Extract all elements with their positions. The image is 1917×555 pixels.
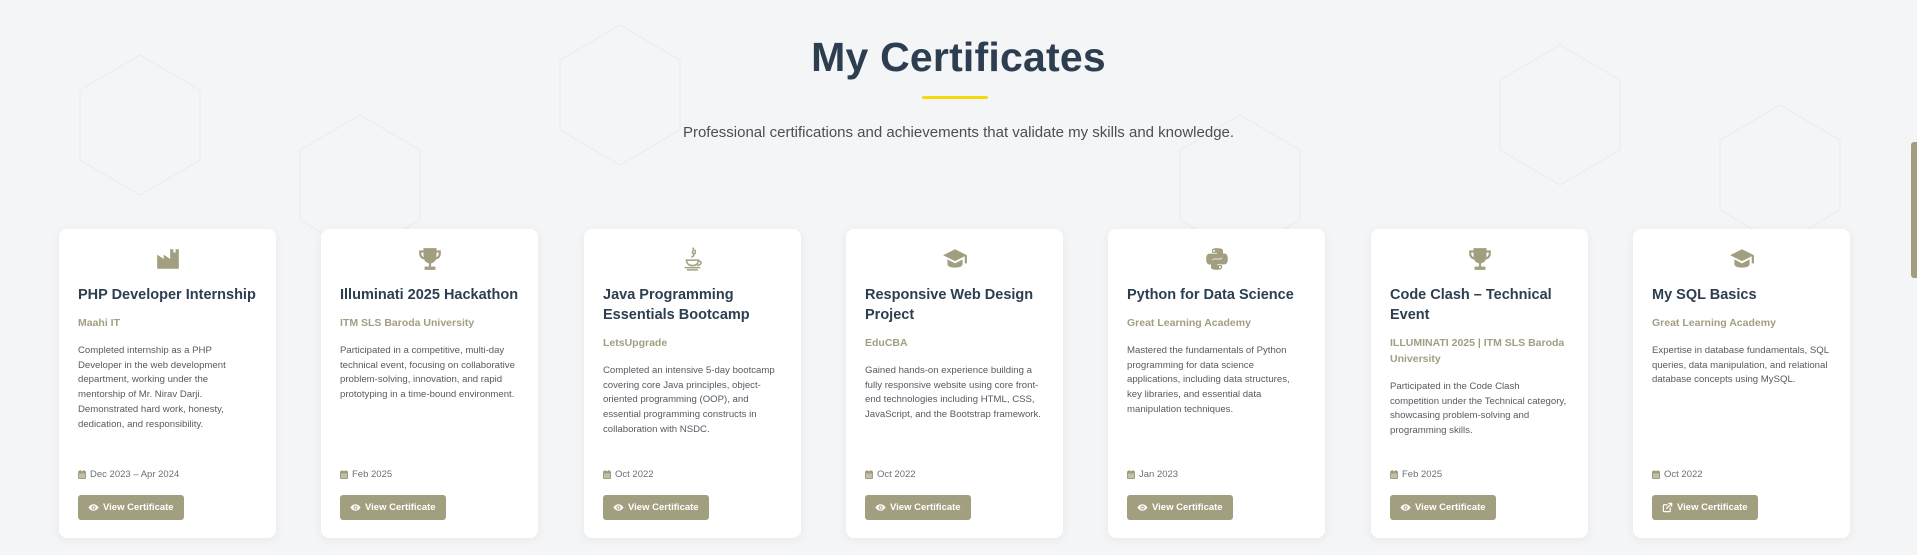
certificate-description: Completed an intensive 5-day bootcamp co…	[603, 365, 775, 435]
certificate-card: Python for Data Science Great Learning Ac…	[1108, 229, 1325, 538]
certificate-title: PHP Developer Internship	[78, 287, 256, 303]
certificate-date-text: Dec 2023 – Apr 2024	[90, 469, 180, 480]
view-certificate-label: View Certificate	[1152, 502, 1223, 513]
calendar-icon	[1390, 470, 1402, 479]
certificate-card: PHP Developer Internship Maahi IT Complete…	[59, 229, 276, 538]
eye-icon	[88, 502, 103, 513]
certificate-issuer: Great Learning Academy	[1127, 317, 1251, 329]
certificate-title: Python for Data Science	[1127, 287, 1294, 303]
certificate-date-text: Feb 2025	[1402, 469, 1443, 480]
calendar-icon	[603, 470, 615, 479]
certificate-card: Illuminati 2025 Hackathon ITM SLS Baroda …	[321, 229, 538, 538]
page-subtitle: Professional certifications and achievem…	[682, 124, 1235, 141]
certificate-issuer: ILLUMINATI 2025 | ITM SLS Baroda Univers…	[1390, 337, 1565, 365]
view-certificate-button[interactable]: View Certificate	[603, 495, 709, 520]
certificate-description: Gained hands-on experience building a fu…	[865, 365, 1041, 421]
eye-icon	[875, 502, 890, 513]
certificate-date-text: Jan 2023	[1139, 469, 1179, 480]
certificate-description: Completed internship as a PHP Developer …	[78, 345, 226, 430]
calendar-icon	[1652, 470, 1664, 479]
certificate-card: Java Programming Essentials Bootcamp Lets…	[584, 229, 801, 538]
certificate-title: Code Clash – Technical Event	[1390, 287, 1552, 323]
certificate-issuer: LetsUpgrade	[603, 337, 668, 349]
certificate-date-text: Oct 2022	[615, 469, 654, 480]
certificate-date: Oct 2022	[1652, 469, 1703, 480]
view-certificate-button[interactable]: View Certificate	[340, 495, 446, 520]
trophy-icon	[1467, 246, 1493, 272]
certificate-date: Oct 2022	[603, 469, 654, 480]
title-underline	[922, 96, 988, 99]
view-certificate-button[interactable]: View Certificate	[1390, 495, 1496, 520]
certificate-issuer: ITM SLS Baroda University	[340, 317, 475, 329]
certificate-date-text: Oct 2022	[877, 469, 916, 480]
certificate-title: Java Programming Essentials Bootcamp	[603, 287, 750, 323]
certificate-description: Participated in a competitive, multi-day…	[340, 345, 515, 401]
certificate-date: Feb 2025	[340, 469, 392, 480]
certificate-date-text: Oct 2022	[1664, 469, 1703, 480]
graduation-cap-icon	[1729, 246, 1755, 272]
view-certificate-button[interactable]: View Certificate	[78, 495, 184, 520]
certificate-description: Expertise in database fundamentals, SQL …	[1652, 345, 1829, 386]
certificate-date: Dec 2023 – Apr 2024	[78, 469, 179, 480]
calendar-icon	[865, 470, 877, 479]
view-certificate-label: View Certificate	[890, 502, 961, 513]
view-certificate-button[interactable]: View Certificate	[865, 495, 971, 520]
calendar-icon	[1127, 470, 1139, 479]
certificate-date: Oct 2022	[865, 469, 916, 480]
page-title: My Certificates	[811, 34, 1106, 80]
view-certificate-label: View Certificate	[365, 502, 436, 513]
certificate-title: Responsive Web Design Project	[865, 287, 1034, 323]
certificate-card: My SQL Basics Great Learning Academy Exper…	[1633, 229, 1850, 538]
certificate-card: Code Clash – Technical Event ILLUMINATI 2…	[1371, 229, 1588, 538]
eye-icon	[613, 502, 628, 513]
trophy-icon	[417, 246, 443, 272]
view-certificate-label: View Certificate	[628, 502, 699, 513]
certificate-title: Illuminati 2025 Hackathon	[340, 287, 519, 303]
certificate-issuer: Maahi IT	[78, 317, 121, 329]
industry-icon	[155, 246, 181, 272]
java-icon	[680, 246, 706, 272]
certificate-date: Feb 2025	[1390, 469, 1442, 480]
certificate-issuer: EduCBA	[865, 337, 908, 349]
eye-icon	[350, 502, 365, 513]
view-certificate-button[interactable]: View Certificate	[1127, 495, 1233, 520]
page-scrollbar-thumb[interactable]	[1911, 142, 1917, 278]
calendar-icon	[78, 470, 90, 479]
certificate-issuer: Great Learning Academy	[1652, 317, 1776, 329]
external-link-icon	[1662, 502, 1677, 513]
certificate-date: Jan 2023	[1127, 469, 1178, 480]
graduation-cap-icon	[942, 246, 968, 272]
calendar-icon	[340, 470, 352, 479]
view-certificate-label: View Certificate	[1677, 502, 1748, 513]
certificate-card: Responsive Web Design Project EduCBA Gaine…	[846, 229, 1063, 538]
certificate-date-text: Feb 2025	[352, 469, 393, 480]
view-certificate-button[interactable]: View Certificate	[1652, 495, 1758, 520]
eye-icon	[1137, 502, 1152, 513]
certificate-title: My SQL Basics	[1652, 287, 1757, 303]
eye-icon	[1400, 502, 1415, 513]
certificate-description: Participated in the Code Clash competiti…	[1390, 381, 1567, 437]
python-icon	[1204, 246, 1230, 272]
view-certificate-label: View Certificate	[103, 502, 174, 513]
certificate-description: Mastered the fundamentals of Python prog…	[1127, 345, 1290, 415]
view-certificate-label: View Certificate	[1415, 502, 1486, 513]
